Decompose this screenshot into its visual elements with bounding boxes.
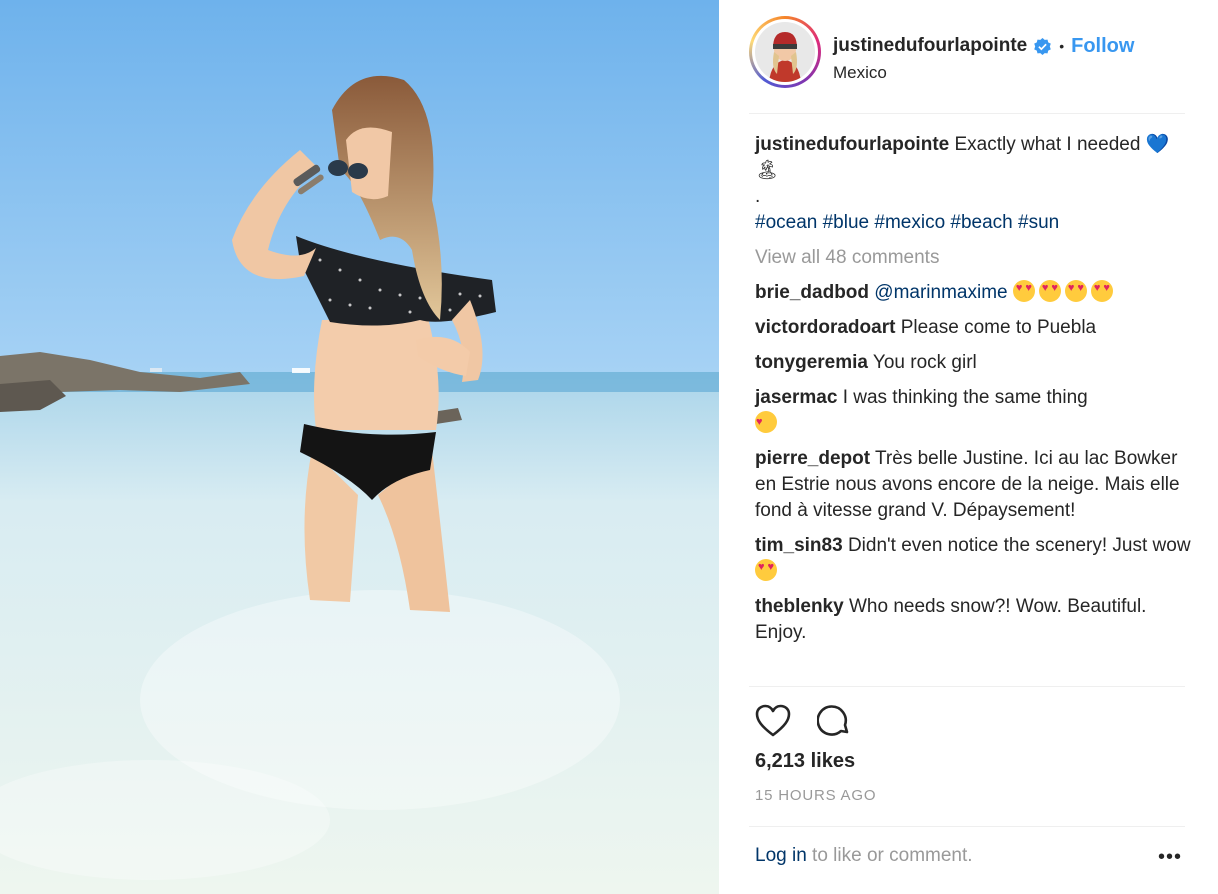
more-options-icon[interactable]: ••• xyxy=(1158,847,1182,867)
avatar-story-ring[interactable] xyxy=(749,16,821,88)
header-username[interactable]: justinedufourlapointe xyxy=(833,35,1027,57)
comment-item: jasermac I was thinking the same thing xyxy=(755,385,1191,437)
comment-text: You rock girl xyxy=(872,352,977,373)
caption-username[interactable]: justinedufourlapointe xyxy=(755,134,949,155)
comment-item: tonygeremia You rock girl xyxy=(755,350,1191,376)
post-side-panel: justinedufourlapointe • Follow Mexico ju… xyxy=(719,0,1218,894)
heart-eyes-emoji-icon xyxy=(1064,280,1087,302)
avatar-image xyxy=(755,22,815,82)
beach-photo-illustration xyxy=(0,0,719,894)
heart-eyes-emoji-icon xyxy=(755,559,777,581)
location-link[interactable]: Mexico xyxy=(833,63,1134,83)
comment-bubble-icon[interactable] xyxy=(817,704,851,738)
caption-separator: . xyxy=(755,186,761,207)
follow-button[interactable]: Follow xyxy=(1071,35,1134,58)
heart-eyes-emoji-icon xyxy=(1038,280,1061,302)
comment-username[interactable]: brie_dadbod xyxy=(755,282,869,303)
heart-icon[interactable] xyxy=(755,704,791,738)
view-all-comments-link[interactable]: View all 48 comments xyxy=(755,245,1191,271)
comment-text: Didn't even notice the scenery! Just wow xyxy=(847,535,1191,556)
comment-item: tim_sin83 Didn't even notice the scenery… xyxy=(755,533,1191,585)
comment-item: brie_dadbod @marinmaxime xyxy=(755,280,1191,306)
post-timestamp[interactable]: 15 HOURS AGO xyxy=(755,787,876,804)
comment-mention[interactable]: @marinmaxime xyxy=(874,282,1007,303)
heart-eyes-emoji-icon xyxy=(1090,280,1113,302)
comment-username[interactable]: tonygeremia xyxy=(755,352,868,373)
caption-hashtags[interactable]: #ocean #blue #mexico #beach #sun xyxy=(755,212,1059,233)
comment-item: pierre_depot Très belle Justine. Ici au … xyxy=(755,446,1191,524)
comment-username[interactable]: tim_sin83 xyxy=(755,535,843,556)
login-prompt-text: to like or comment. xyxy=(806,845,973,866)
login-link[interactable]: Log in xyxy=(755,845,807,866)
comments-list: justinedufourlapointe Exactly what I nee… xyxy=(755,132,1191,655)
verified-badge-icon xyxy=(1033,37,1052,56)
comment-username[interactable]: theblenky xyxy=(755,596,844,617)
comment-text: Please come to Puebla xyxy=(900,317,1097,338)
separator-dot: • xyxy=(1059,38,1065,54)
comment-username[interactable]: victordoradoart xyxy=(755,317,895,338)
avatar[interactable] xyxy=(755,22,815,82)
comment-text: I was thinking the same thing xyxy=(842,387,1088,408)
kiss-emoji-icon xyxy=(755,409,777,435)
comment-item: theblenky Who needs snow?! Wow. Beautifu… xyxy=(755,594,1191,646)
instagram-post: justinedufourlapointe • Follow Mexico ju… xyxy=(0,0,1218,894)
comment-username[interactable]: pierre_depot xyxy=(755,448,870,469)
post-header: justinedufourlapointe • Follow Mexico xyxy=(749,16,1185,114)
login-prompt: Log in to like or comment. xyxy=(755,845,973,867)
comment-username[interactable]: jasermac xyxy=(755,387,837,408)
post-photo[interactable] xyxy=(0,0,719,894)
action-bar xyxy=(755,704,851,738)
comment-item: victordoradoart Please come to Puebla xyxy=(755,315,1191,341)
heart-eyes-emoji-icon xyxy=(1012,280,1035,302)
likes-count[interactable]: 6,213 likes xyxy=(755,750,855,773)
divider xyxy=(749,686,1185,687)
caption-text: Exactly what I needed xyxy=(954,134,1141,155)
divider xyxy=(749,826,1185,827)
caption: justinedufourlapointe Exactly what I nee… xyxy=(755,132,1191,236)
